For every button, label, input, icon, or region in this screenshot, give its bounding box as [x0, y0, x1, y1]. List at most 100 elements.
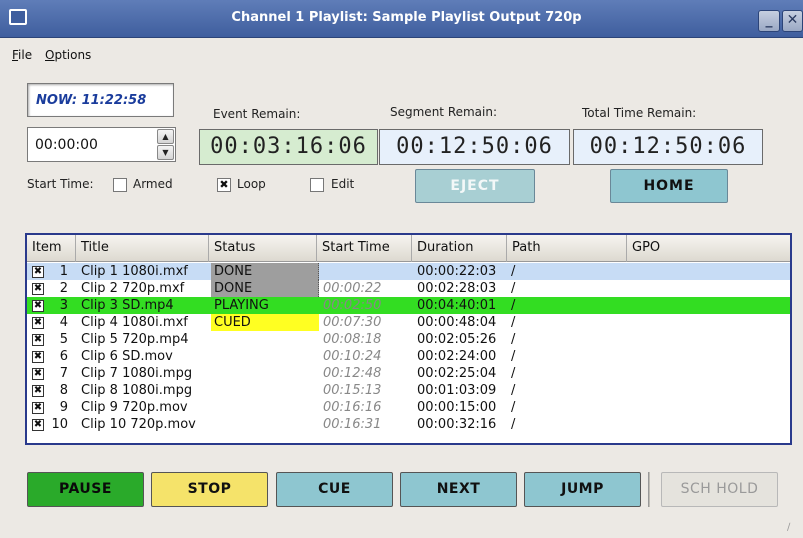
window-title: Channel 1 Playlist: Sample Playlist Outp… — [231, 10, 582, 25]
home-button[interactable]: HOME — [610, 169, 728, 203]
playlist-table[interactable]: Item Title Status Start Time Duration Pa… — [25, 233, 792, 445]
cell-item: 8 — [59, 383, 68, 398]
cell-item: 6 — [59, 349, 68, 364]
stop-button[interactable]: STOP — [151, 472, 268, 507]
close-button[interactable]: ✕ — [782, 10, 803, 32]
cell-duration: 00:00:15:00 — [417, 400, 497, 415]
row-enable-checkbox[interactable]: ✖ — [32, 283, 44, 295]
row-enable-checkbox[interactable]: ✖ — [32, 402, 44, 414]
next-button[interactable]: NEXT — [400, 472, 517, 507]
title-bar[interactable]: Channel 1 Playlist: Sample Playlist Outp… — [0, 0, 803, 38]
edit-checkbox[interactable] — [310, 178, 324, 192]
table-row[interactable]: ✖ 9 Clip 9 720p.mov 00:16:16 00:00:15:00 / — [27, 399, 790, 416]
cell-item: 4 — [59, 315, 68, 330]
status-badge — [211, 331, 319, 348]
table-row[interactable]: ✖ 6 Clip 6 SD.mov 00:10:24 00:02:24:00 / — [27, 348, 790, 365]
cell-duration: 00:04:40:01 — [417, 298, 497, 313]
row-enable-checkbox[interactable]: ✖ — [32, 351, 44, 363]
minimize-button[interactable]: _ — [758, 10, 780, 32]
cue-button[interactable]: CUE — [276, 472, 393, 507]
table-row[interactable]: ✖ 8 Clip 8 1080i.mpg 00:15:13 00:01:03:09 / — [27, 382, 790, 399]
cell-path: / — [511, 281, 516, 296]
cell-path: / — [511, 383, 516, 398]
loop-label: Loop — [237, 177, 266, 191]
column-header-duration[interactable]: Duration — [412, 235, 507, 262]
cell-duration: 00:02:28:03 — [417, 281, 497, 296]
cell-item: 3 — [59, 298, 68, 313]
menu-bar: File Options — [0, 42, 803, 66]
cell-path: / — [511, 349, 516, 364]
table-row[interactable]: ✖ 3 Clip 3 SD.mp4 PLAYING 00:02:50 00:04:40:0… — [27, 297, 790, 314]
cell-item: 2 — [59, 281, 68, 296]
pause-button[interactable]: PAUSE — [27, 472, 144, 507]
column-header-start-time[interactable]: Start Time — [317, 235, 412, 262]
row-enable-checkbox[interactable]: ✖ — [32, 334, 44, 346]
column-header-title[interactable]: Title — [76, 235, 209, 262]
table-row[interactable]: ✖ 2 Clip 2 720p.mxf DONE 00:00:22 00:02:28:03… — [27, 280, 790, 297]
column-header-item[interactable]: Item — [27, 235, 76, 262]
table-row[interactable]: ✖ 4 Clip 4 1080i.mxf CUED 00:07:30 00:00:48:0… — [27, 314, 790, 331]
cell-start-time: 00:10:24 — [323, 349, 382, 364]
menu-options[interactable]: Options — [45, 48, 91, 62]
row-enable-checkbox[interactable]: ✖ — [32, 419, 44, 431]
cell-start-time: 00:16:16 — [323, 400, 382, 415]
cell-duration: 00:00:48:04 — [417, 315, 497, 330]
status-badge — [211, 416, 319, 433]
status-badge: PLAYING — [214, 298, 269, 313]
cell-title: Clip 4 1080i.mxf — [81, 315, 188, 330]
jump-button[interactable]: JUMP — [524, 472, 641, 507]
cell-path: / — [511, 264, 516, 279]
menu-file-label: ile — [18, 48, 33, 62]
row-enable-checkbox[interactable]: ✖ — [32, 300, 44, 312]
cell-start-time: 00:16:31 — [323, 417, 382, 432]
start-time-stepper[interactable]: ▲ ▼ — [157, 129, 174, 160]
segment-remain-display: 00:12:50:06 — [379, 129, 570, 165]
start-time-input[interactable]: 00:00:00 — [27, 127, 176, 162]
segment-remain-label: Segment Remain: — [390, 105, 498, 119]
cell-item: 5 — [59, 332, 68, 347]
cell-start-time: 00:12:48 — [323, 366, 382, 381]
cell-item: 10 — [51, 417, 68, 432]
current-time-text: NOW: 11:22:58 — [36, 93, 147, 108]
table-row[interactable]: ✖ 7 Clip 7 1080i.mpg 00:12:48 00:02:25:04 / — [27, 365, 790, 382]
cell-duration: 00:02:24:00 — [417, 349, 497, 364]
cell-title: Clip 3 SD.mp4 — [81, 298, 174, 313]
total-remain-label: Total Time Remain: — [582, 106, 697, 120]
armed-checkbox[interactable] — [113, 178, 127, 192]
decrement-arrow-icon[interactable]: ▼ — [157, 145, 174, 160]
row-enable-checkbox[interactable]: ✖ — [32, 368, 44, 380]
increment-arrow-icon[interactable]: ▲ — [157, 129, 174, 144]
resize-grip-icon[interactable]: ∕ — [787, 522, 799, 534]
menu-file[interactable]: File — [12, 48, 32, 62]
event-remain-label: Event Remain: — [213, 107, 301, 121]
cell-path: / — [511, 332, 516, 347]
eject-button[interactable]: EJECT — [415, 169, 535, 203]
cell-start-time: 00:08:18 — [323, 332, 382, 347]
sch-hold-button[interactable]: SCH HOLD — [661, 472, 778, 507]
cell-duration: 00:02:25:04 — [417, 366, 497, 381]
cell-title: Clip 6 SD.mov — [81, 349, 173, 364]
column-header-status[interactable]: Status — [209, 235, 317, 262]
cell-start-time: 00:15:13 — [323, 383, 382, 398]
start-time-label: Start Time: — [27, 177, 94, 191]
cell-title: Clip 2 720p.mxf — [81, 281, 185, 296]
column-header-path[interactable]: Path — [507, 235, 627, 262]
table-header: Item Title Status Start Time Duration Pa… — [27, 235, 790, 262]
status-badge — [211, 348, 319, 365]
table-row[interactable]: ✖ 10 Clip 10 720p.mov 00:16:31 00:00:32:16 / — [27, 416, 790, 433]
status-badge: CUED — [211, 314, 319, 331]
loop-checkbox[interactable]: ✖ — [217, 178, 231, 192]
row-enable-checkbox[interactable]: ✖ — [32, 317, 44, 329]
row-enable-checkbox[interactable]: ✖ — [32, 385, 44, 397]
cell-path: / — [511, 298, 516, 313]
table-row[interactable]: ✖ 5 Clip 5 720p.mp4 00:08:18 00:02:05:26 / — [27, 331, 790, 348]
cell-start-time: 00:07:30 — [323, 315, 382, 330]
table-row[interactable]: ✖ 1 Clip 1 1080i.mxf DONE 00:00:22:03 / — [27, 263, 790, 280]
row-enable-checkbox[interactable]: ✖ — [32, 266, 44, 278]
button-separator — [648, 472, 650, 507]
column-header-gpo[interactable]: GPO — [627, 235, 790, 262]
edit-label: Edit — [331, 177, 355, 191]
cell-path: / — [511, 315, 516, 330]
cell-title: Clip 5 720p.mp4 — [81, 332, 189, 347]
start-time-value: 00:00:00 — [35, 137, 98, 153]
